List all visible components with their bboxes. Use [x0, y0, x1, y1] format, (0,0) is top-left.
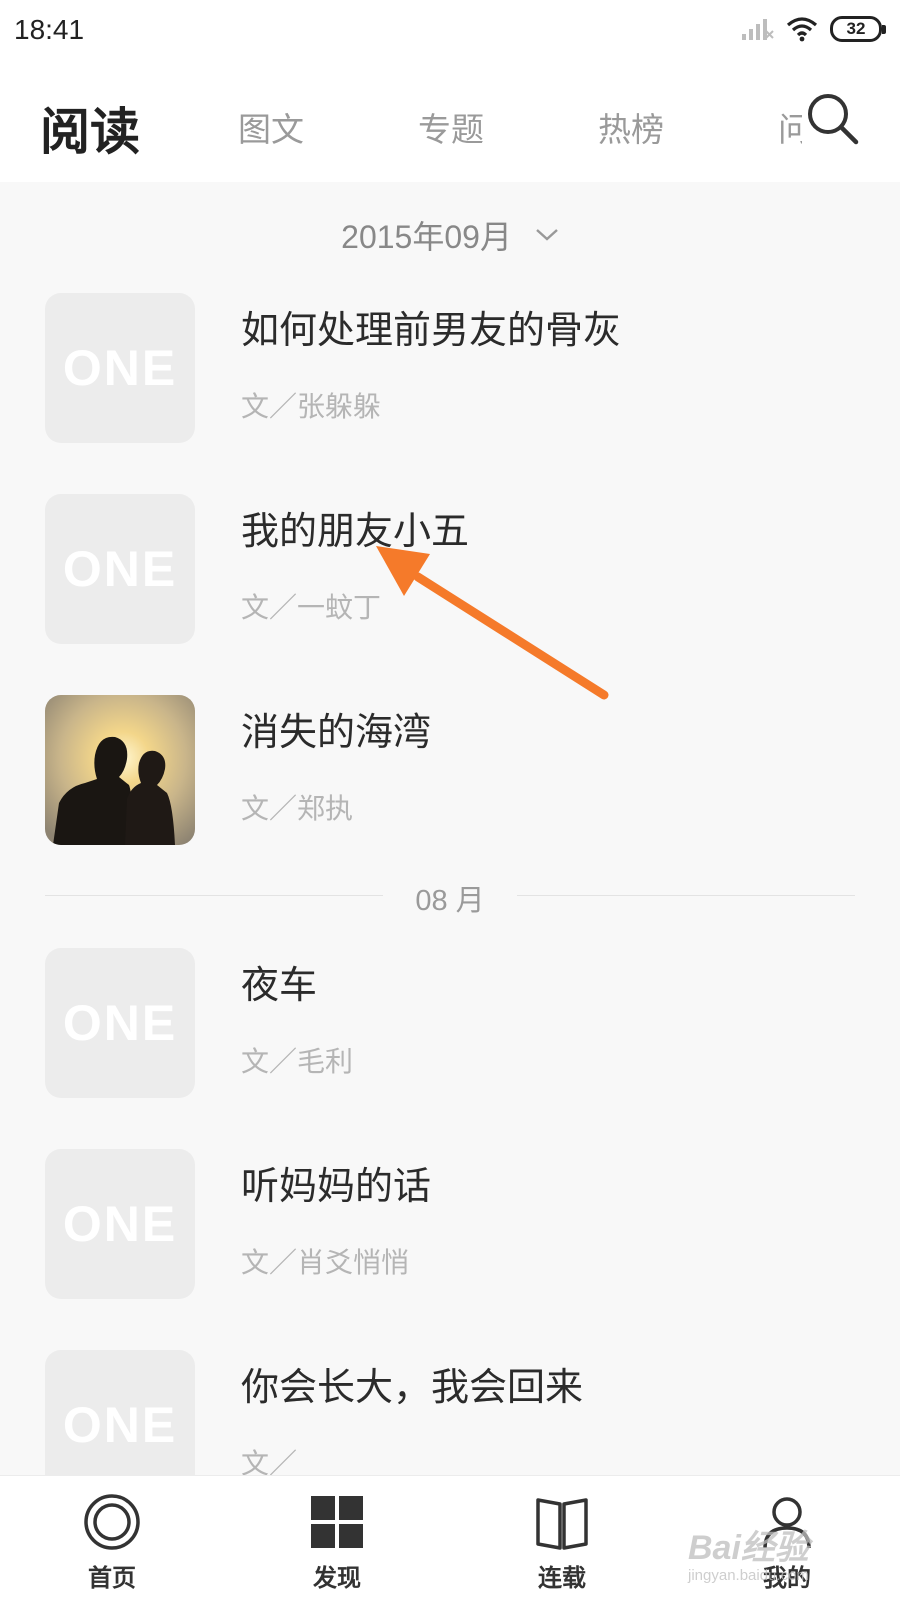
article-author: 文／毛利	[241, 1045, 354, 1078]
tab-label: 发现	[313, 1564, 361, 1592]
tab-label: 连载	[538, 1564, 586, 1592]
tab-hot-list[interactable]: 热榜	[598, 103, 664, 151]
one-logo-thumbnail: ONE	[45, 948, 195, 1098]
tab-serial[interactable]: 连载	[502, 1492, 622, 1592]
article-author: 文／一蚊丁	[241, 591, 382, 624]
article-author: 文／郑执	[241, 792, 354, 825]
tab-home[interactable]: 首页	[52, 1492, 172, 1592]
one-logo-thumbnail: ONE	[45, 1350, 195, 1475]
book-icon	[536, 1498, 588, 1550]
month-divider-label: 08 月	[415, 885, 485, 917]
list-item[interactable]: ONE 夜车 文／毛利	[45, 948, 855, 1098]
battery-level: 32	[846, 19, 866, 38]
top-nav: 阅读 图文 专题 热榜 问答	[0, 62, 900, 182]
one-logo-text: ONE	[62, 340, 178, 396]
page-title: 阅读	[40, 103, 140, 161]
article-author: 文／张躲躲	[241, 390, 382, 423]
home-circle-icon	[84, 1494, 140, 1550]
status-bar: 18:41 32	[0, 0, 900, 62]
watermark-url: jingyan.baidu.com	[688, 1567, 809, 1584]
tab-topics[interactable]: 专题	[418, 103, 484, 151]
article-list: 2015年09月 ONE 如何处理前男友的骨灰 文／张躲躲 ONE 我的朋友小五…	[0, 182, 900, 1475]
article-title: 你会长大，我会回来	[241, 1365, 584, 1409]
article-author: 文／肖爻悄悄	[241, 1246, 410, 1279]
article-title: 听妈妈的话	[241, 1164, 432, 1208]
tab-discover[interactable]: 发现	[277, 1492, 397, 1592]
month-picker[interactable]: 2015年09月	[0, 212, 900, 258]
list-item[interactable]: ONE 如何处理前男友的骨灰 文／张躲躲	[45, 293, 855, 443]
battery-icon: 32	[830, 16, 886, 42]
list-item[interactable]: ONE 我的朋友小五 文／一蚊丁	[45, 494, 855, 644]
one-logo-thumbnail: ONE	[45, 293, 195, 443]
tab-label: 首页	[88, 1564, 136, 1592]
article-title: 我的朋友小五	[241, 509, 470, 553]
one-logo-thumbnail: ONE	[45, 1149, 195, 1299]
chevron-down-icon	[536, 229, 558, 241]
search-icon[interactable]	[802, 92, 860, 150]
one-logo-text: ONE	[62, 995, 178, 1051]
list-item[interactable]: ONE 听妈妈的话 文／肖爻悄悄	[45, 1149, 855, 1299]
grid-icon	[311, 1496, 363, 1548]
article-title: 消失的海湾	[241, 710, 432, 754]
article-author: 文／	[241, 1447, 298, 1475]
signal-icon	[742, 19, 774, 40]
watermark: Bai经验 jingyan.baidu.com	[688, 1520, 868, 1590]
wifi-icon	[786, 17, 818, 42]
divider-line	[517, 895, 855, 896]
list-item[interactable]: 消失的海湾 文／郑执	[45, 695, 855, 845]
one-logo-text: ONE	[62, 541, 178, 597]
one-logo-text: ONE	[62, 1196, 178, 1252]
photo-thumbnail	[45, 695, 195, 845]
month-picker-label: 2015年09月	[341, 219, 512, 255]
list-item[interactable]: ONE 你会长大，我会回来 文／	[45, 1350, 855, 1475]
tab-graphic[interactable]: 图文	[238, 103, 304, 151]
status-time: 18:41	[14, 14, 85, 45]
article-title: 夜车	[241, 963, 318, 1007]
status-icons: 32	[740, 14, 886, 44]
one-logo-thumbnail: ONE	[45, 494, 195, 644]
one-logo-text: ONE	[62, 1397, 178, 1453]
article-title: 如何处理前男友的骨灰	[241, 308, 622, 352]
month-divider: 08 月	[45, 875, 855, 917]
watermark-logo: Bai经验	[688, 1529, 809, 1567]
